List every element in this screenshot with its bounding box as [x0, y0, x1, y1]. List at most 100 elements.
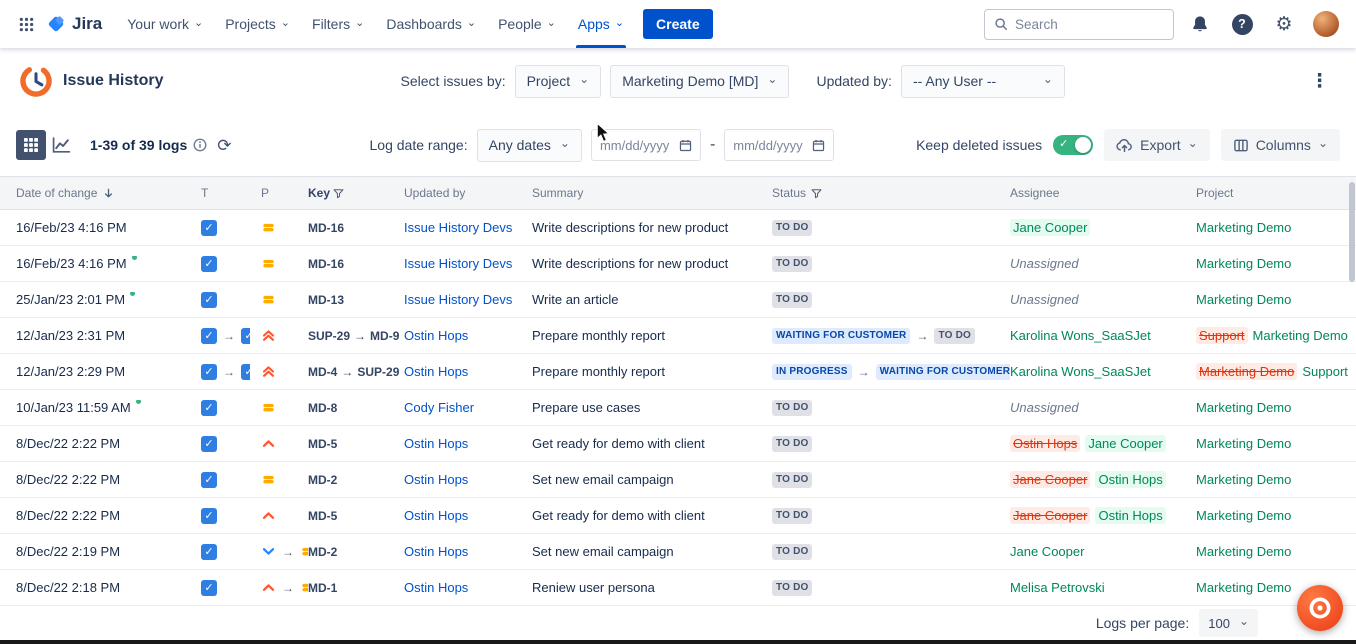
notifications-button[interactable]	[1184, 8, 1216, 40]
nav-item-apps[interactable]: Apps⌄	[567, 0, 635, 48]
nav-item-label: Filters	[312, 16, 350, 32]
updated-by-link[interactable]: Ostin Hops	[404, 580, 468, 595]
updated-by-select[interactable]: -- Any User -- ⌄	[901, 65, 1065, 98]
updated-by-link[interactable]: Issue History Devs	[404, 292, 512, 307]
info-icon[interactable]	[193, 138, 207, 152]
updated-by-link[interactable]: Ostin Hops	[404, 508, 468, 523]
logs-table: Date of changeTPKeyUpdated bySummaryStat…	[0, 176, 1356, 606]
more-options-button[interactable]: ⋮	[1302, 66, 1338, 97]
cell-assignee: Ostin Hops Jane Cooper	[1010, 435, 1196, 452]
settings-button[interactable]: ⚙	[1268, 8, 1300, 40]
nav-item-people[interactable]: People⌄	[487, 0, 567, 48]
support-chat-button[interactable]	[1297, 585, 1343, 631]
updated-by-link[interactable]: Ostin Hops	[404, 472, 468, 487]
priority-medium-icon	[261, 292, 276, 307]
help-button[interactable]: ?	[1226, 8, 1258, 40]
app-switcher-button[interactable]	[10, 8, 42, 40]
jira-logo-icon	[46, 14, 66, 34]
cell-project: Marketing Demo	[1196, 220, 1350, 235]
cell-status: TO DO	[772, 472, 1010, 488]
updated-by-link[interactable]: Issue History Devs	[404, 220, 512, 235]
cell-type: ✓	[188, 292, 250, 308]
column-header-label: Project	[1196, 186, 1233, 200]
nav-item-projects[interactable]: Projects⌄	[214, 0, 301, 48]
column-header-key[interactable]: Key	[308, 186, 404, 200]
columns-button[interactable]: Columns ⌄	[1221, 129, 1340, 161]
cell-status: TO DO	[772, 220, 1010, 236]
nav-item-dashboards[interactable]: Dashboards⌄	[375, 0, 487, 48]
column-header-status[interactable]: Status	[772, 186, 1010, 200]
field-value: Unassigned	[1010, 256, 1079, 271]
updated-by-link[interactable]: Ostin Hops	[404, 328, 468, 343]
cell-date: 8/Dec/22 2:22 PM	[16, 508, 188, 523]
cell-priority	[250, 400, 308, 415]
cell-key: SUP-29→MD-9	[308, 329, 404, 343]
cell-project: Marketing Demo	[1196, 508, 1350, 523]
project-select[interactable]: Marketing Demo [MD] ⌄	[610, 65, 789, 98]
priority-highest-icon	[261, 328, 276, 343]
refresh-button[interactable]: ⟳	[217, 137, 231, 154]
field-value: Marketing Demo	[1196, 580, 1291, 595]
field-value: Ostin Hops	[1095, 507, 1165, 524]
table-row: 8/Dec/22 2:22 PM✓MD-5Ostin HopsGet ready…	[0, 426, 1356, 462]
nav-item-filters[interactable]: Filters⌄	[301, 0, 375, 48]
sort-desc-icon[interactable]	[102, 187, 115, 200]
calendar-icon[interactable]	[679, 138, 692, 153]
logs-per-page-select[interactable]: 100 ⌄	[1199, 609, 1258, 637]
change-arrow-icon: →	[353, 329, 367, 343]
updated-by-link[interactable]: Cody Fisher	[404, 400, 474, 415]
cell-updated-by: Issue History Devs	[404, 292, 532, 307]
change-arrow-icon: →	[281, 581, 295, 595]
cell-key: MD-2	[308, 473, 404, 487]
export-button[interactable]: Export ⌄	[1104, 129, 1210, 161]
calendar-icon[interactable]	[812, 138, 825, 153]
deleted-issue-dot	[132, 256, 137, 260]
cell-key: MD-5	[308, 437, 404, 451]
nav-item-your-work[interactable]: Your work⌄	[116, 0, 214, 48]
issue-summary: Write descriptions for new product	[532, 220, 728, 235]
brand-name: Jira	[72, 14, 102, 34]
table-row: 12/Jan/23 2:29 PM✓→✓MD-4→SUP-29Ostin Hop…	[0, 354, 1356, 390]
cell-updated-by: Cody Fisher	[404, 400, 532, 415]
logs-count: 1-39 of 39 logs	[90, 137, 187, 153]
table-row: 16/Feb/23 4:16 PM✓MD-16Issue History Dev…	[0, 210, 1356, 246]
updated-by-link[interactable]: Ostin Hops	[404, 436, 468, 451]
issue-key: SUP-29	[308, 329, 350, 343]
updated-by-link[interactable]: Ostin Hops	[404, 544, 468, 559]
chevron-down-icon: ⌄	[767, 72, 777, 86]
updated-by-link[interactable]: Issue History Devs	[404, 256, 512, 271]
keep-deleted-label: Keep deleted issues	[916, 137, 1042, 153]
date-from-input[interactable]	[600, 138, 674, 153]
profile-button[interactable]	[1310, 8, 1342, 40]
create-button[interactable]: Create	[643, 9, 713, 39]
filter-icon[interactable]	[811, 188, 822, 199]
status-badge: WAITING FOR CUSTOMER	[876, 364, 1010, 380]
date-to-input[interactable]	[733, 138, 807, 153]
date-preset-select[interactable]: Any dates ⌄	[477, 129, 582, 162]
toolbar-right: Keep deleted issues Export ⌄ Columns ⌄	[916, 129, 1340, 161]
keep-deleted-toggle[interactable]	[1053, 135, 1093, 155]
search-input[interactable]	[1015, 17, 1164, 32]
date-from-field	[591, 129, 701, 161]
date-to-field	[724, 129, 834, 161]
task-type-icon: ✓	[201, 220, 217, 236]
chart-view-button[interactable]	[46, 130, 76, 160]
issues-by-select[interactable]: Project ⌄	[515, 65, 602, 98]
task-type-icon: ✓	[201, 292, 217, 308]
updated-by-link[interactable]: Ostin Hops	[404, 364, 468, 379]
change-date: 8/Dec/22 2:22 PM	[16, 436, 120, 451]
column-header-date-of-change[interactable]: Date of change	[16, 186, 188, 200]
chat-target-icon	[1307, 595, 1333, 621]
status-badge: TO DO	[772, 292, 812, 308]
filter-icon[interactable]	[333, 188, 344, 199]
vertical-scrollbar[interactable]	[1349, 182, 1355, 282]
task-type-icon: ✓	[241, 328, 250, 344]
cell-assignee: Karolina Wons_SaaSJet	[1010, 328, 1196, 343]
jira-logo[interactable]: Jira	[42, 14, 116, 34]
field-value: Karolina Wons_SaaSJet	[1010, 328, 1151, 343]
task-type-icon: ✓	[201, 364, 217, 380]
bell-icon	[1191, 15, 1209, 33]
issue-key: MD-5	[308, 509, 337, 523]
grid-view-button[interactable]	[16, 130, 46, 160]
status-badge: TO DO	[772, 580, 812, 596]
